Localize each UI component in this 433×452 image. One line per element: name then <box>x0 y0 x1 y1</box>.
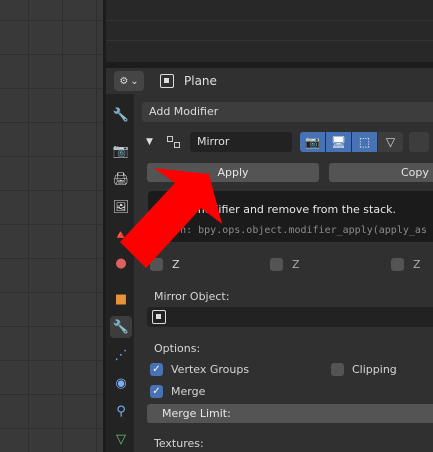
modifier-name-field[interactable]: Mirror <box>190 132 292 152</box>
tab-data[interactable]: ▽ <box>110 428 132 450</box>
tooltip-description: modifier and remove from the stack. <box>194 203 397 216</box>
tooltip-python: ython: bpy.ops.object.modifier_apply(app… <box>156 225 427 236</box>
object-properties-icon: ■ <box>114 291 128 307</box>
properties-editor-icon: ⚙ <box>119 75 129 87</box>
merge-checkbox[interactable]: ✓ <box>150 385 163 398</box>
axis-label: Z <box>292 258 300 271</box>
modifier-extra-button[interactable] <box>409 132 429 152</box>
outliner-row-line <box>106 40 433 41</box>
copy-button[interactable]: Copy <box>329 163 433 182</box>
checkbox[interactable] <box>150 258 163 271</box>
render-icon: 📷 <box>112 143 130 159</box>
editor-type-button[interactable]: ⚙ ⌄ <box>114 71 144 91</box>
show-viewport-toggle[interactable]: 🖥 <box>326 132 351 152</box>
textures-label: Textures: <box>154 437 204 450</box>
checkbox[interactable] <box>391 258 404 271</box>
axis-z-flip[interactable]: Z <box>391 258 421 271</box>
monitor-icon: 🖥 <box>330 135 347 149</box>
view-layer-icon: 🖼 <box>112 199 130 215</box>
wrench-icon: 🔧 <box>112 319 130 335</box>
particles-icon: ⋰ <box>114 347 128 363</box>
modifiers-panel: Add Modifier ▼ Mirror 📷 🖥 ⬚ ▽ Apply Copy… <box>134 94 433 452</box>
outliner-area[interactable] <box>106 0 433 62</box>
tool-icon: 🔧 <box>112 107 130 123</box>
show-render-toggle[interactable]: 📷 <box>300 132 325 152</box>
clipping-checkbox[interactable] <box>331 363 344 376</box>
world-icon: ● <box>115 255 127 271</box>
properties-header: ⚙ ⌄ Plane <box>106 68 433 94</box>
vertex-groups-checkbox[interactable]: ✓ <box>150 363 163 376</box>
output-icon: 🖨 <box>112 171 130 187</box>
apply-button[interactable]: Apply <box>147 163 319 182</box>
modifier-header: ▼ Mirror 📷 🖥 ⬚ ▽ <box>142 130 433 154</box>
apply-tooltip: modifier and remove from the stack. ytho… <box>148 191 433 242</box>
mirror-object-field[interactable] <box>147 307 433 327</box>
object-icon <box>152 310 166 324</box>
on-cage-icon: ▽ <box>385 135 396 149</box>
axis-row: Z Z Z <box>150 258 433 276</box>
constraints-icon: ⚲ <box>116 403 126 419</box>
tab-world[interactable]: ● <box>110 252 132 274</box>
tab-constraints[interactable]: ⚲ <box>110 400 132 422</box>
merge-label: Merge <box>171 385 206 398</box>
axis-label: Z <box>172 258 180 271</box>
3d-viewport[interactable] <box>0 0 103 452</box>
editmode-icon: ⬚ <box>358 135 371 149</box>
outliner-row-line <box>106 20 433 21</box>
blender-window: ⚙ ⌄ Plane 🔧 📷 🖨 🖼 🔺 ● ■ 🔧 ⋰ ◉ ⚲ ▽ Add Mo… <box>0 0 433 452</box>
expand-arrow-icon[interactable]: ▼ <box>146 137 156 147</box>
mesh-data-icon: ▽ <box>116 431 126 447</box>
axis-z-mirror[interactable]: Z <box>150 258 180 271</box>
modifier-visibility-group: 📷 🖥 ⬚ ▽ <box>300 132 404 152</box>
tab-physics[interactable]: ◉ <box>110 372 132 394</box>
axis-label: Z <box>413 258 421 271</box>
scene-icon: 🔺 <box>112 227 130 243</box>
chevron-down-icon: ⌄ <box>130 75 139 87</box>
options-label: Options: <box>154 342 201 355</box>
add-modifier-dropdown[interactable]: Add Modifier <box>142 102 433 122</box>
vertex-groups-option[interactable]: ✓ Vertex Groups <box>150 363 249 376</box>
physics-icon: ◉ <box>115 375 127 391</box>
mirror-modifier-icon <box>166 134 182 150</box>
axis-z-bisect[interactable]: Z <box>270 258 300 271</box>
tab-particles[interactable]: ⋰ <box>110 344 132 366</box>
tab-object[interactable]: ■ <box>110 288 132 310</box>
vertex-groups-label: Vertex Groups <box>171 363 250 376</box>
mirror-object-label: Mirror Object: <box>154 290 230 303</box>
object-icon <box>160 74 174 88</box>
tab-render[interactable]: 📷 <box>110 140 132 162</box>
show-on-cage-toggle[interactable]: ▽ <box>378 132 403 152</box>
show-editmode-toggle[interactable]: ⬚ <box>352 132 377 152</box>
checkbox[interactable] <box>270 258 283 271</box>
object-name: Plane <box>184 74 217 88</box>
tab-tool[interactable]: 🔧 <box>110 104 132 126</box>
tab-scene[interactable]: 🔺 <box>110 224 132 246</box>
camera-icon: 📷 <box>305 135 320 149</box>
tab-modifiers[interactable]: 🔧 <box>110 316 132 338</box>
tab-view-layer[interactable]: 🖼 <box>110 196 132 218</box>
merge-option[interactable]: ✓ Merge <box>150 385 205 398</box>
clipping-label: Clipping <box>352 363 397 376</box>
properties-tabs: 🔧 📷 🖨 🖼 🔺 ● ■ 🔧 ⋰ ◉ ⚲ ▽ <box>106 94 134 452</box>
clipping-option[interactable]: Clipping <box>331 363 397 376</box>
merge-limit-field[interactable]: Merge Limit: <box>147 404 433 423</box>
tab-output[interactable]: 🖨 <box>110 168 132 190</box>
